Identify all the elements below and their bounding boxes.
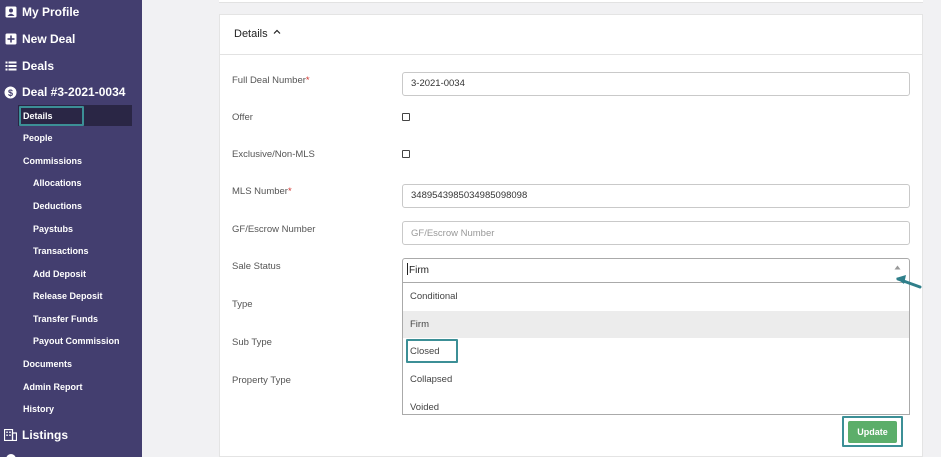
nav-transactions[interactable]: Transactions xyxy=(33,242,89,260)
list-icon xyxy=(4,60,17,73)
gf-escrow-label: GF/Escrow Number xyxy=(232,224,316,235)
nav-my-profile[interactable]: My Profile xyxy=(0,0,142,24)
full-deal-number-label-text: Full Deal Number xyxy=(232,75,306,86)
building-icon xyxy=(4,429,17,442)
nav-transfer-funds[interactable]: Transfer Funds xyxy=(33,310,98,328)
closed-highlight-box xyxy=(406,339,458,363)
required-mark: * xyxy=(287,186,292,197)
option-collapsed[interactable]: Collapsed xyxy=(403,366,909,393)
nav-commissions[interactable]: Commissions xyxy=(23,152,82,170)
nav-admin-report[interactable]: Admin Report xyxy=(23,378,83,396)
nav-paystubs[interactable]: Paystubs xyxy=(33,220,73,238)
exclusive-checkbox[interactable] xyxy=(402,150,410,158)
offer-checkbox[interactable] xyxy=(402,113,410,121)
mls-number-label-text: MLS Number xyxy=(232,186,288,197)
user-icon xyxy=(4,6,17,19)
nav-new-deal-label: New Deal xyxy=(22,32,76,46)
pointer-arrow-icon xyxy=(896,275,922,289)
update-button[interactable]: Update xyxy=(848,421,897,443)
details-highlight-box xyxy=(19,106,84,126)
offer-label: Offer xyxy=(232,112,253,123)
gf-escrow-input[interactable] xyxy=(402,221,910,245)
mls-number-label: MLS Number* xyxy=(232,186,292,197)
type-label: Type xyxy=(232,299,253,310)
details-card-header[interactable]: Details xyxy=(220,15,922,55)
sub-type-label: Sub Type xyxy=(232,337,272,348)
chevron-up-icon[interactable] xyxy=(273,28,281,39)
sale-status-label: Sale Status xyxy=(232,261,281,272)
svg-text:$: $ xyxy=(8,88,13,98)
full-deal-number-label: Full Deal Number* xyxy=(232,75,310,86)
nav-release-deposit[interactable]: Release Deposit xyxy=(33,287,103,305)
exclusive-label: Exclusive/Non-MLS xyxy=(232,149,315,160)
nav-new-deal[interactable]: New Deal xyxy=(0,27,142,51)
nav-my-profile-label: My Profile xyxy=(22,5,80,19)
nav-history[interactable]: History xyxy=(23,400,54,418)
plus-square-icon xyxy=(4,33,17,46)
previous-card xyxy=(219,0,923,3)
nav-more-partial[interactable] xyxy=(0,447,142,457)
caret-up-icon xyxy=(894,265,901,272)
option-voided[interactable]: Voided xyxy=(403,394,909,414)
sidebar: My Profile New Deal Deals $ Deal #3-2021… xyxy=(0,0,142,457)
required-mark: * xyxy=(305,75,310,86)
details-card-title: Details xyxy=(234,28,268,40)
mls-number-input[interactable]: 3489543985034985098098 xyxy=(402,184,910,208)
sale-status-value: Firm xyxy=(409,265,429,276)
nav-current-deal[interactable]: $ Deal #3-2021-0034 xyxy=(0,80,142,104)
nav-add-deposit[interactable]: Add Deposit xyxy=(33,265,86,283)
nav-listings-label: Listings xyxy=(22,428,69,442)
option-conditional[interactable]: Conditional xyxy=(403,283,909,310)
option-firm[interactable]: Firm xyxy=(403,311,909,338)
nav-payout-commission[interactable]: Payout Commission xyxy=(33,332,120,350)
nav-deals[interactable]: Deals xyxy=(0,54,142,78)
nav-deals-label: Deals xyxy=(22,59,55,73)
full-deal-number-input[interactable]: 3-2021-0034 xyxy=(402,72,910,96)
nav-current-deal-label: Deal #3-2021-0034 xyxy=(22,85,126,99)
nav-documents[interactable]: Documents xyxy=(23,355,72,373)
option-closed[interactable]: Closed xyxy=(403,338,909,365)
property-type-label: Property Type xyxy=(232,375,291,386)
dollar-circle-icon: $ xyxy=(4,86,17,99)
text-cursor xyxy=(407,263,408,275)
sale-status-select[interactable]: Firm xyxy=(402,258,910,283)
nav-allocations[interactable]: Allocations xyxy=(33,174,82,192)
partial-icon xyxy=(4,453,17,457)
nav-deductions[interactable]: Deductions xyxy=(33,197,82,215)
nav-people[interactable]: People xyxy=(23,129,53,147)
sale-status-dropdown: Conditional Firm Closed Collapsed Voided xyxy=(402,283,910,415)
nav-listings[interactable]: Listings xyxy=(0,423,142,447)
